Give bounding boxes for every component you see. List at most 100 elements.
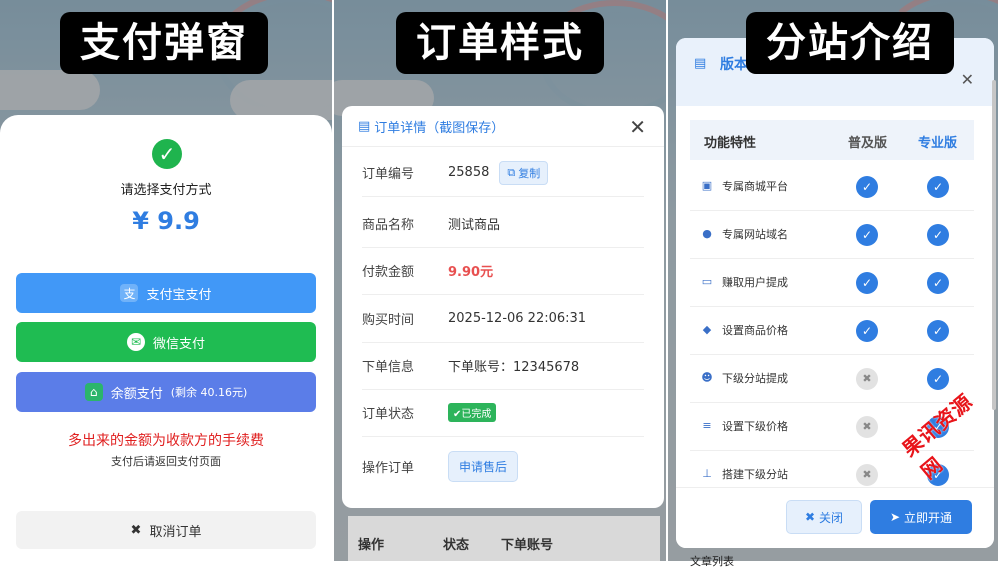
copy-icon: ⧉ — [507, 165, 516, 179]
alipay-button[interactable]: 支 支付宝支付 — [16, 273, 316, 313]
detail-row: 商品名称 测试商品 — [362, 200, 644, 248]
payment-amount: 9.90元 — [448, 265, 494, 280]
detail-row: 操作订单 申请售后 — [362, 437, 644, 495]
close-label: 关闭 — [819, 510, 844, 525]
close-button[interactable]: ✖ 关闭 — [786, 500, 862, 534]
paper-plane-icon: ➤ — [889, 510, 901, 524]
check-icon: ✓ — [856, 176, 878, 198]
substation-intro-panel: ▤ 版本 ✕ 功能特性 普及版 专业版 ▣ 专属商城平台 ✓ ✓ ● 专属网站域… — [668, 0, 998, 561]
check-icon: ✓ — [927, 272, 949, 294]
row-key: 购买时间 — [362, 313, 415, 328]
globe-icon: ● — [702, 227, 712, 240]
column-header: 功能特性 — [704, 136, 757, 151]
panel-title: 支付弹窗 — [60, 12, 268, 74]
cross-icon: ✖ — [856, 416, 878, 438]
choose-payment-text: 请选择支付方式 — [120, 183, 212, 198]
money-icon: ▭ — [701, 275, 713, 288]
feature-name: 下级分站提成 — [722, 372, 788, 385]
modal-title: 版本 — [720, 57, 748, 73]
purchase-time: 2025-12-06 22:06:31 — [448, 311, 587, 326]
wallet-icon: ⌂ — [84, 383, 103, 401]
order-style-panel: 订单样式 操作 状态 下单账号 ▤ 订单详情（截图保存） ✕ 订单编号 2585… — [334, 0, 666, 561]
status-badge: ✔已完成 — [448, 403, 497, 422]
table-header: 操作 — [358, 538, 385, 553]
check-circle-icon: ✓ — [152, 139, 182, 169]
order-info: 下单账号：12345678 — [448, 360, 580, 375]
detail-row: 付款金额 9.90元 — [362, 247, 644, 295]
row-key: 付款金额 — [362, 265, 415, 280]
column-header: 普及版 — [848, 136, 888, 151]
payment-popup-panel: 支付弹窗 ✓ 请选择支付方式 ¥ 9.9 支 支付宝支付 ✉ 微信支付 ⌂ 余额… — [0, 0, 332, 561]
feature-row: ▭ 赚取用户提成 ✓ ✓ — [690, 258, 974, 307]
check-icon: ✓ — [927, 320, 949, 342]
sitemap-icon: ⊥ — [702, 467, 712, 480]
balance-label: 余额支付 — [110, 386, 163, 402]
product-name: 测试商品 — [448, 218, 501, 233]
wechat-pay-button[interactable]: ✉ 微信支付 — [16, 322, 316, 362]
close-icon[interactable]: ✕ — [629, 115, 646, 139]
modal-header: ▤ 订单详情（截图保存） — [342, 106, 664, 147]
document-icon: ▤ — [358, 118, 371, 134]
feature-row: ☻ 下级分站提成 ✖ ✓ — [690, 354, 974, 403]
cart-icon: ▣ — [701, 179, 713, 192]
balance-remaining: (剩余 40.16元) — [170, 386, 248, 399]
close-icon: ✖ — [130, 522, 142, 538]
row-key: 订单编号 — [362, 167, 415, 182]
row-key: 商品名称 — [362, 218, 415, 233]
feature-row: ● 专属网站域名 ✓ ✓ — [690, 210, 974, 259]
row-key: 操作订单 — [362, 460, 415, 476]
cancel-label: 取消订单 — [149, 524, 202, 540]
row-key: 下单信息 — [362, 360, 415, 375]
modal-title: 订单详情（截图保存） — [374, 120, 505, 136]
fee-notice: 多出来的金额为收款方的手续费 — [68, 433, 264, 449]
close-icon: ✖ — [804, 510, 816, 524]
cross-icon: ✖ — [856, 464, 878, 486]
cancel-order-button[interactable]: ✖ 取消订单 — [16, 511, 316, 549]
detail-row: 订单状态 ✔已完成 — [362, 389, 644, 437]
users-icon: ☻ — [701, 371, 713, 384]
price: ¥ 9.9 — [132, 207, 200, 235]
order-number: 25858 — [448, 165, 490, 180]
detail-row: 购买时间 2025-12-06 22:06:31 — [362, 295, 644, 343]
check-icon: ✓ — [927, 176, 949, 198]
close-icon[interactable]: ✕ — [961, 70, 974, 89]
wechat-label: 微信支付 — [152, 336, 205, 352]
detail-row: 下单信息 下单账号：12345678 — [362, 342, 644, 390]
tag-icon: ◆ — [702, 323, 712, 336]
panel-title: 分站介绍 — [746, 12, 954, 74]
feature-table-header: 功能特性 普及版 专业版 — [690, 120, 974, 160]
feature-name: 设置下级价格 — [722, 420, 788, 433]
feature-name: 赚取用户提成 — [722, 276, 788, 289]
open-label: 立即开通 — [904, 510, 953, 525]
sliders-icon: ≡ — [702, 419, 712, 432]
cross-icon: ✖ — [856, 368, 878, 390]
copy-button[interactable]: ⧉ 复制 — [499, 160, 549, 185]
feature-row: ▣ 专属商城平台 ✓ ✓ — [690, 162, 974, 211]
list-icon: ▤ — [694, 56, 707, 71]
after-sales-button[interactable]: 申请售后 — [448, 450, 519, 482]
panel-title: 订单样式 — [396, 12, 604, 74]
feature-name: 专属网站域名 — [722, 228, 788, 241]
feature-name: 搭建下级分站 — [722, 468, 788, 481]
order-detail-modal: ▤ 订单详情（截图保存） ✕ 订单编号 25858 ⧉ 复制 商品名称 测试商品 … — [342, 106, 664, 508]
return-notice: 支付后请返回支付页面 — [111, 455, 221, 468]
open-now-button[interactable]: ➤ 立即开通 — [870, 500, 972, 534]
copy-label: 复制 — [518, 166, 541, 180]
alipay-icon: 支 — [120, 284, 139, 302]
check-icon: ✓ — [856, 224, 878, 246]
scrollbar[interactable] — [992, 80, 996, 410]
payment-sheet: ✓ 请选择支付方式 ¥ 9.9 支 支付宝支付 ✉ 微信支付 ⌂ 余额支付 (剩… — [0, 115, 332, 561]
article-list-label: 文章列表 — [690, 555, 734, 568]
balance-pay-button[interactable]: ⌂ 余额支付 (剩余 40.16元) — [16, 372, 316, 412]
table-header: 下单账号 — [501, 538, 554, 553]
order-table-header: 操作 状态 下单账号 — [348, 516, 660, 561]
check-icon: ✓ — [927, 224, 949, 246]
check-icon: ✓ — [856, 272, 878, 294]
feature-row: ◆ 设置商品价格 ✓ ✓ — [690, 306, 974, 355]
feature-name: 专属商城平台 — [722, 180, 788, 193]
column-header: 专业版 — [918, 136, 958, 151]
wechat-icon: ✉ — [126, 333, 145, 351]
detail-row: 订单编号 25858 ⧉ 复制 — [362, 149, 644, 197]
feature-name: 设置商品价格 — [722, 324, 788, 337]
check-icon: ✓ — [856, 320, 878, 342]
